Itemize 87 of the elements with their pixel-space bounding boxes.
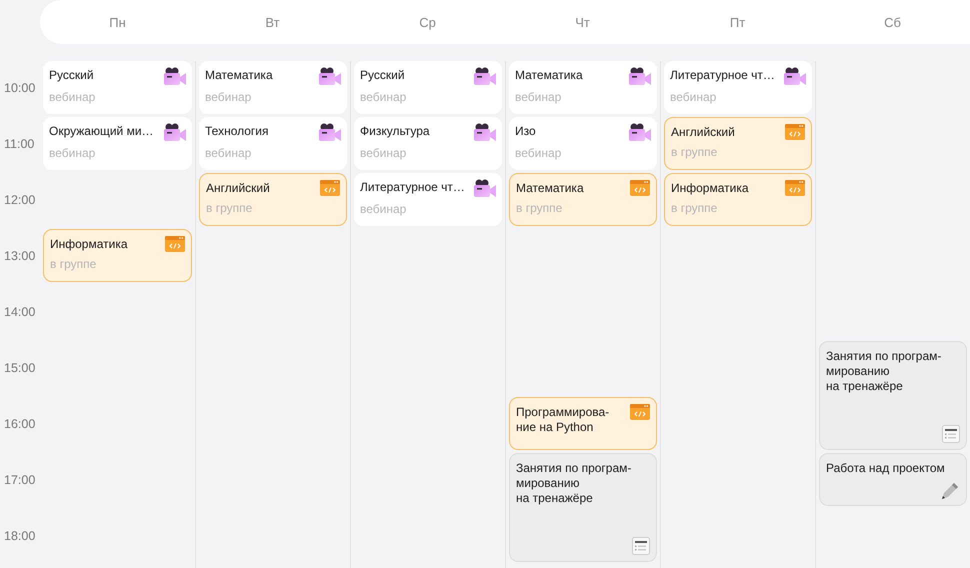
lesson-title: Окружающий ми…	[49, 124, 155, 139]
lesson-type: в группе	[671, 145, 718, 159]
lesson-type: в группе	[671, 201, 718, 215]
lesson-type: в группе	[516, 201, 564, 215]
day-label: Вт	[265, 14, 280, 30]
video-camera-icon	[784, 67, 806, 85]
lesson-card[interactable]: Технология вебинар	[199, 117, 347, 170]
video-camera-icon	[474, 123, 496, 141]
time-label: 12:00	[3, 192, 36, 206]
time-label: 10:00	[3, 80, 36, 94]
lesson-card[interactable]: Программирова- ние на Python	[509, 397, 657, 450]
lesson-card[interactable]: Русский вебинар	[354, 61, 502, 114]
lesson-type: вебинар	[670, 90, 718, 104]
lesson-card[interactable]: Литературное чт… вебинар	[354, 173, 502, 226]
lesson-title: Математика	[515, 68, 584, 83]
code-window-icon	[630, 404, 650, 420]
code-window-icon	[165, 236, 185, 252]
video-camera-icon	[319, 123, 341, 141]
list-icon	[632, 537, 650, 555]
time-label: 11:00	[3, 136, 36, 150]
lesson-title: Математика	[205, 68, 274, 83]
pencil-icon	[940, 481, 960, 501]
time-label: 16:00	[3, 416, 36, 430]
day-label: Пт	[730, 14, 746, 30]
lesson-card[interactable]: Английский в группе	[199, 173, 347, 226]
lesson-card[interactable]: Математика вебинар	[509, 61, 657, 114]
video-camera-icon	[164, 67, 186, 85]
lesson-card[interactable]: Занятия по програм- мированию на тренажёре	[509, 453, 657, 562]
lesson-type: в группе	[206, 201, 254, 215]
lesson-title: Программирова- ние на Python	[516, 405, 610, 435]
video-camera-icon	[474, 67, 496, 85]
lesson-type: в группе	[50, 257, 98, 271]
lesson-type: вебинар	[205, 90, 252, 104]
lesson-card[interactable]: Английский в группе	[664, 117, 812, 170]
lesson-card[interactable]: Литературное чт… вебинар	[664, 61, 812, 114]
lesson-title: Русский	[360, 68, 406, 83]
code-window-icon	[785, 124, 805, 140]
video-camera-icon	[629, 123, 651, 141]
lesson-title: Математика	[516, 181, 585, 196]
lesson-title: Занятия по програм- мированию на тренажёре	[516, 461, 632, 506]
lesson-type: вебинар	[515, 90, 562, 104]
lesson-type: вебинар	[360, 146, 408, 160]
video-camera-icon	[474, 179, 496, 197]
time-label: 17:00	[3, 472, 36, 486]
lesson-card[interactable]: Занятия по програм- мированию на тренажёре	[819, 341, 967, 450]
lesson-card[interactable]: Информатика в группе	[43, 229, 192, 282]
lesson-title: Литературное чт…	[360, 180, 466, 195]
lesson-type: вебинар	[205, 146, 252, 160]
lesson-title: Информатика	[671, 181, 750, 196]
lesson-card[interactable]: Информатика в группе	[664, 173, 812, 226]
lesson-title: Английский	[206, 181, 271, 196]
lesson-title: Физкультура	[360, 124, 431, 139]
lesson-title: Русский	[49, 68, 95, 83]
lesson-title: Изо	[515, 124, 537, 139]
video-camera-icon	[164, 123, 186, 141]
lesson-type: вебинар	[49, 90, 96, 104]
lesson-title: Работа над проектом	[826, 461, 946, 476]
day-label: Ср	[419, 14, 436, 30]
lesson-type: вебинар	[360, 90, 408, 104]
lesson-card[interactable]: Русский вебинар	[43, 61, 192, 114]
code-window-icon	[630, 180, 650, 196]
code-window-icon	[320, 180, 340, 196]
day-label: Сб	[884, 14, 901, 30]
lesson-card[interactable]: Математика в группе	[509, 173, 657, 226]
list-icon	[942, 425, 960, 443]
lesson-title: Английский	[671, 125, 736, 140]
time-label: 18:00	[3, 528, 36, 542]
lesson-type: вебинар	[49, 146, 96, 160]
time-label: 15:00	[3, 360, 36, 374]
lesson-card[interactable]: Работа над проектом	[819, 453, 967, 506]
video-camera-icon	[319, 67, 341, 85]
lesson-title: Литературное чт…	[670, 68, 776, 83]
day-label: Пн	[109, 14, 126, 30]
lesson-card[interactable]: Физкультура вебинар	[354, 117, 502, 170]
time-label: 14:00	[3, 304, 36, 318]
lesson-type: вебинар	[360, 202, 408, 216]
lesson-title: Технология	[205, 124, 270, 139]
lesson-card[interactable]: Математика вебинар	[199, 61, 347, 114]
time-label: 13:00	[3, 248, 36, 262]
lesson-type: вебинар	[515, 146, 562, 160]
day-label: Чт	[575, 14, 590, 30]
lesson-card[interactable]: Окружающий ми… вебинар	[43, 117, 192, 170]
lesson-title: Занятия по програм- мированию на тренажёре	[826, 349, 942, 394]
lesson-card[interactable]: Изо вебинар	[509, 117, 657, 170]
lesson-title: Информатика	[50, 237, 129, 252]
video-camera-icon	[629, 67, 651, 85]
code-window-icon	[785, 180, 805, 196]
